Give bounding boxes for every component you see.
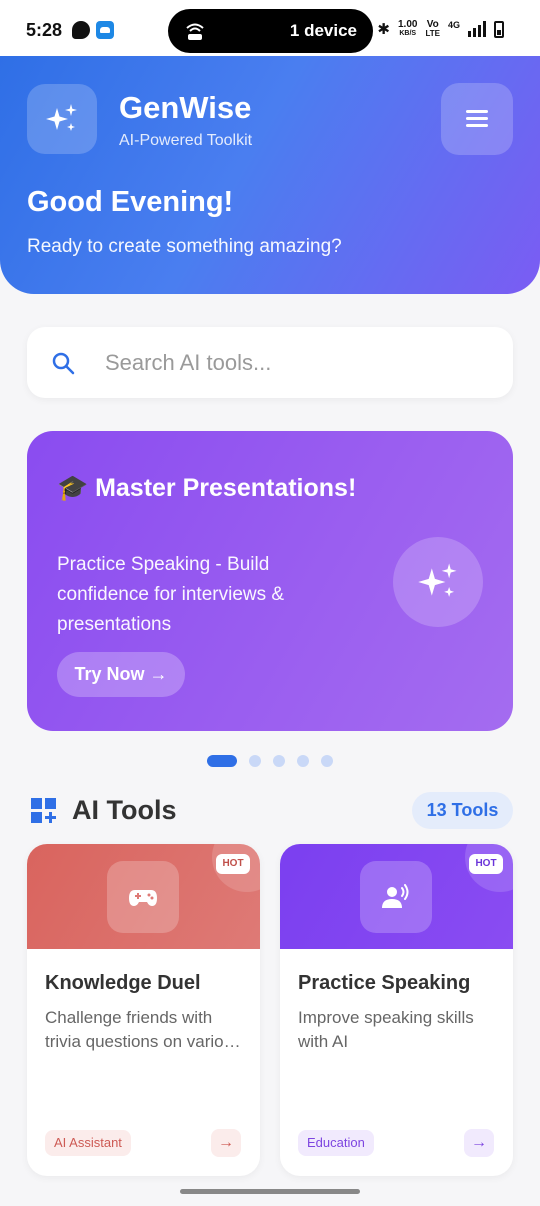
card-icon-box — [107, 861, 179, 933]
sparkles-icon — [46, 104, 77, 131]
home-indicator[interactable] — [180, 1189, 360, 1194]
hotspot-pill[interactable]: 1 device — [168, 9, 373, 53]
promo-banner[interactable]: 🎓 Master Presentations! Practice Speakin… — [27, 431, 513, 731]
search-input[interactable] — [105, 345, 485, 381]
bluetooth-icon: ✱ — [377, 21, 390, 38]
card-header: HOT — [27, 844, 260, 949]
app-logo — [27, 84, 97, 154]
tool-card-knowledge-duel[interactable]: HOT Knowledge Duel Challenge friends wit… — [27, 844, 260, 1176]
hotspot-icon — [186, 23, 204, 40]
volte-bottom: LTE — [425, 29, 440, 38]
carousel-dot[interactable] — [321, 755, 333, 767]
card-description: Improve speaking skills with AI — [298, 1008, 474, 1051]
volte-top: Vo — [426, 19, 439, 30]
status-bar: 5:28 1 device ✱ 1.00 KB/S Vo LTE 4G — [0, 0, 540, 56]
carousel-dot[interactable] — [207, 755, 237, 767]
notification-icons — [72, 21, 114, 39]
sparkles-icon — [418, 563, 457, 597]
signal-strength-icon — [468, 21, 486, 37]
subgreeting: Ready to create something amazing? — [27, 236, 342, 257]
menu-button[interactable] — [441, 83, 513, 155]
chat-bubble-icon — [72, 21, 90, 39]
search-icon — [52, 352, 75, 375]
speaking-person-icon — [382, 884, 409, 908]
card-header: HOT — [280, 844, 513, 949]
gamepad-icon — [129, 890, 157, 906]
net-speed-value: 1.00 — [398, 19, 418, 30]
hot-badge: HOT — [216, 854, 250, 874]
network-type: 4G — [447, 20, 460, 30]
hamburger-icon — [466, 110, 488, 113]
hot-badge: HOT — [469, 854, 503, 874]
tool-card-practice-speaking[interactable]: HOT Practice Speaking Improve speaking s… — [280, 844, 513, 1176]
app-subtitle: AI-Powered Toolkit — [119, 132, 253, 149]
banner-icon-circle — [393, 537, 483, 627]
card-title: Knowledge Duel — [45, 972, 201, 994]
volte-indicator: Vo LTE — [425, 19, 440, 39]
hotspot-device-count: 1 device — [289, 21, 357, 40]
status-time: 5:28 — [26, 20, 63, 40]
carousel-dot[interactable] — [273, 755, 285, 767]
carousel-indicator — [207, 755, 333, 767]
section-title: AI Tools — [72, 795, 177, 825]
app-notification-icon — [96, 21, 114, 39]
carousel-dot[interactable] — [297, 755, 309, 767]
card-category-tag: AI Assistant — [45, 1130, 131, 1156]
app-header: GenWise AI-Powered Toolkit Good Evening!… — [0, 56, 540, 294]
network-speed: 1.00 KB/S — [398, 20, 417, 38]
grid-add-icon — [31, 798, 56, 823]
search-bar[interactable] — [27, 327, 513, 398]
battery-icon — [494, 20, 504, 38]
arrow-right-icon[interactable]: → — [211, 1129, 241, 1157]
card-title: Practice Speaking — [298, 972, 471, 994]
card-category-tag: Education — [298, 1130, 374, 1156]
net-speed-unit: KB/S — [399, 30, 417, 37]
app-title: GenWise — [119, 90, 252, 125]
arrow-right-icon[interactable]: → — [464, 1129, 494, 1157]
try-now-button[interactable]: Try Now → — [57, 652, 185, 697]
card-icon-box — [360, 861, 432, 933]
banner-description: Practice Speaking - Build confidence for… — [57, 554, 285, 635]
tools-count-badge: 13 Tools — [412, 792, 513, 829]
greeting: Good Evening! — [27, 186, 234, 218]
banner-title: 🎓 Master Presentations! — [57, 474, 357, 502]
carousel-dot[interactable] — [249, 755, 261, 767]
card-description: Challenge friends with trivia questions … — [45, 1008, 242, 1051]
system-status-icons: ✱ 1.00 KB/S Vo LTE 4G — [377, 20, 504, 38]
